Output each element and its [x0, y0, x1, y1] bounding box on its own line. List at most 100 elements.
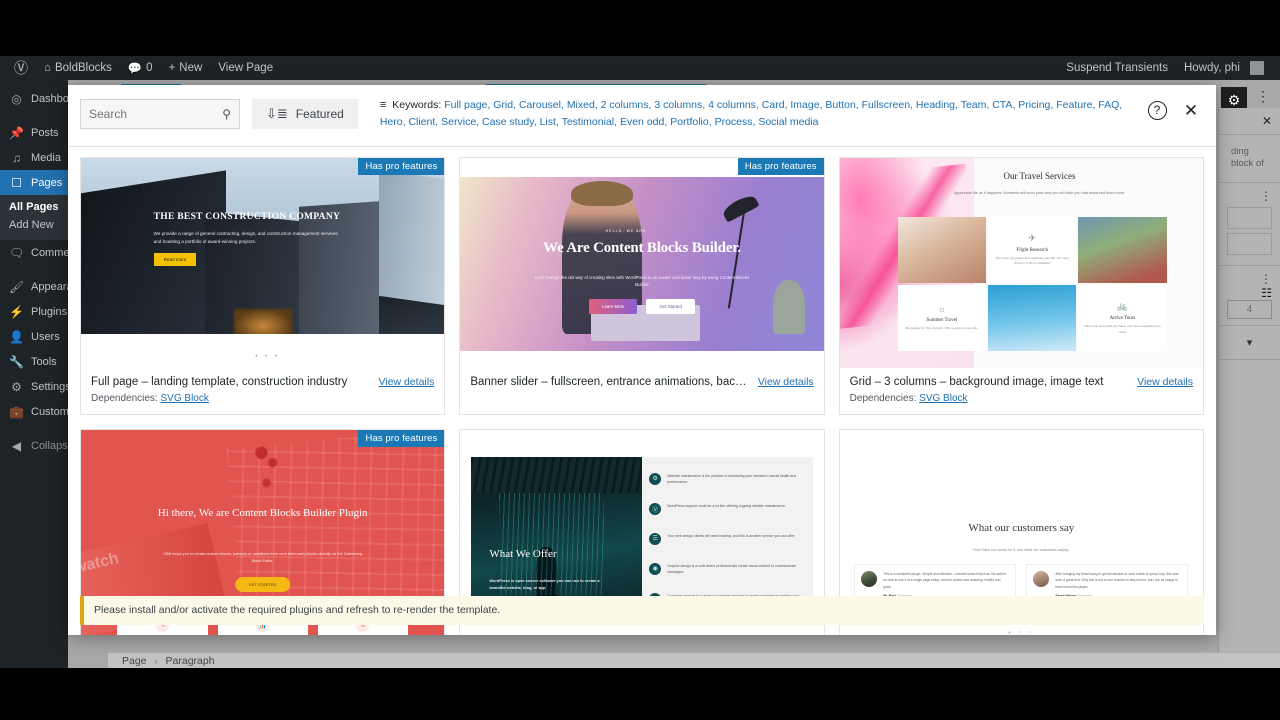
- sidebar-item-users[interactable]: 👤 Users: [0, 324, 68, 349]
- keyword-link[interactable]: Button: [825, 99, 855, 111]
- comment-bubble-icon: 💬: [127, 63, 143, 75]
- briefcase-icon: 💼: [9, 404, 24, 419]
- sidebar-item-dashboard[interactable]: ◎ Dashboard: [0, 86, 85, 111]
- paint-splash-shape: [240, 436, 292, 504]
- bicycle-icon: 🚲: [1116, 301, 1129, 312]
- sidebar-control-box[interactable]: [1227, 206, 1272, 229]
- keyword-link[interactable]: Grid: [493, 99, 513, 111]
- keyword-link[interactable]: Carousel: [519, 99, 561, 111]
- sidebar-number-input[interactable]: 4: [1227, 299, 1272, 319]
- suspend-transients-button[interactable]: Suspend Transients: [1058, 56, 1176, 80]
- sidebar-item-comments[interactable]: 🗨 Comments: [0, 240, 84, 265]
- preview-heading: Our Travel Services: [1003, 170, 1076, 181]
- template-card[interactable]: Has pro features THE BEST CONSTRUCTION C…: [80, 157, 446, 415]
- keyword-link[interactable]: Portfolio: [670, 116, 709, 128]
- building-shape: [378, 169, 445, 306]
- sidebar-item-plugins[interactable]: ⚡ Plugins: [0, 299, 68, 324]
- help-circle-icon[interactable]: ?: [1146, 99, 1168, 121]
- keyword-link[interactable]: Card: [762, 99, 785, 111]
- view-page-button[interactable]: View Page: [210, 56, 281, 80]
- keyword-link[interactable]: 4 columns: [708, 99, 756, 111]
- more-options-icon[interactable]: ⋮: [1227, 189, 1272, 203]
- new-label: New: [179, 62, 203, 74]
- site-name-button[interactable]: ⌂ BoldBlocks: [36, 56, 120, 80]
- view-details-link[interactable]: View details: [758, 376, 814, 388]
- close-icon[interactable]: ✕: [1227, 114, 1272, 128]
- server-icon: ☰: [649, 532, 662, 545]
- keyword-link[interactable]: Heading: [916, 99, 955, 111]
- keywords-list[interactable]: Full page, Grid, Carousel, Mixed, 2 colu…: [380, 99, 1122, 128]
- search-field-wrapper[interactable]: ⚲: [80, 99, 240, 129]
- keyword-link[interactable]: Client: [408, 116, 435, 128]
- sidebar-item-tools[interactable]: 🔧 Tools: [0, 349, 68, 374]
- keyword-link[interactable]: Mixed: [567, 99, 595, 111]
- testimonial-body: After banging my head trying to get shor…: [1055, 571, 1181, 597]
- wordpress-logo-button[interactable]: Ⓥ: [6, 56, 36, 80]
- howdy-account-menu[interactable]: Howdy, phi: [1176, 56, 1272, 80]
- search-input[interactable]: [89, 107, 209, 121]
- avatar: [1250, 61, 1264, 75]
- cell-text: When you love what you have, you have ev…: [1084, 324, 1161, 334]
- grid-text-cell: ☼ Summer Travel Be happier for this mome…: [897, 284, 987, 352]
- sidebar-item-custom-blocks[interactable]: 💼 Custom B: [0, 399, 79, 424]
- comments-button[interactable]: 💬 0: [120, 56, 161, 80]
- breadcrumb-item-page[interactable]: Page: [122, 655, 147, 667]
- sidebar-accordion-row[interactable]: ▾: [1219, 326, 1280, 360]
- preview-dots: • • •: [255, 353, 281, 360]
- template-card[interactable]: Our Travel Services Appreciate life as i…: [838, 157, 1204, 415]
- more-options-icon[interactable]: ⋮: [1227, 272, 1272, 286]
- keyword-link[interactable]: Social media: [758, 116, 818, 128]
- keyword-link[interactable]: 3 columns: [654, 99, 702, 111]
- keyword-link[interactable]: Team: [961, 99, 987, 111]
- view-details-link[interactable]: View details: [378, 376, 434, 388]
- keyword-link[interactable]: Service: [441, 116, 476, 128]
- keyword-link[interactable]: Process: [715, 116, 753, 128]
- wordpress-logo-icon: Ⓥ: [14, 60, 28, 76]
- keyword-link[interactable]: 2 columns: [601, 99, 649, 111]
- carousel-dots[interactable]: ● ○ ○: [840, 630, 1203, 635]
- dashboard-icon: ◎: [11, 91, 22, 106]
- sidebar-item-label: Pages: [31, 176, 63, 189]
- chevron-down-icon[interactable]: ▾: [1227, 332, 1272, 353]
- keyword-link[interactable]: List: [540, 116, 556, 128]
- keywords-filter: ≡ Keywords: Full page, Grid, Carousel, M…: [380, 97, 1132, 130]
- slider-settings-icon[interactable]: ☷: [1227, 286, 1272, 300]
- keyword-link[interactable]: Case study: [482, 116, 534, 128]
- dependency-link[interactable]: SVG Block: [919, 393, 967, 404]
- keyword-link[interactable]: Fullscreen: [862, 99, 910, 111]
- sidebar-item-appearance[interactable]: 🖌 Appearance: [0, 274, 90, 299]
- palette-icon: ◉: [649, 562, 662, 575]
- new-content-button[interactable]: + New: [161, 56, 211, 80]
- keyword-link[interactable]: CTA: [992, 99, 1012, 111]
- sidebar-item-settings[interactable]: ⚙ Settings: [0, 374, 71, 399]
- breadcrumb-item-paragraph[interactable]: Paragraph: [166, 655, 215, 667]
- keyword-link[interactable]: Full page: [444, 99, 487, 111]
- submenu-item-all-pages[interactable]: All Pages: [0, 198, 68, 216]
- sidebar-control-box[interactable]: [1227, 232, 1272, 255]
- sidebar-item-collapse-menu[interactable]: ◀ Collapse m: [0, 433, 86, 458]
- feature-text: Website maintenance is the practice of m…: [667, 473, 797, 484]
- keyword-link[interactable]: FAQ: [1098, 99, 1119, 111]
- submenu-item-add-new[interactable]: Add New: [0, 216, 68, 234]
- sidebar-item-pages[interactable]: ☐ Pages: [0, 170, 68, 195]
- keyword-link[interactable]: Feature: [1056, 99, 1092, 111]
- preview-body: Appreciate life as it happens. Moments w…: [953, 190, 1126, 195]
- sort-featured-button[interactable]: ⇩≣ Featured: [252, 99, 358, 129]
- keyword-link[interactable]: Pricing: [1018, 99, 1050, 111]
- template-card[interactable]: Has pro features HELLO, WE ARE We Are Co…: [459, 157, 825, 415]
- keyword-link[interactable]: Image: [790, 99, 819, 111]
- editor-more-options-icon[interactable]: ⋮: [1256, 89, 1270, 103]
- dependency-link[interactable]: SVG Block: [161, 393, 209, 404]
- feature-row: ⚙ Website maintenance is the practice of…: [649, 472, 812, 486]
- keyword-link[interactable]: Hero: [380, 116, 403, 128]
- cell-text: Be happier for this moment. This moment …: [905, 326, 979, 331]
- feature-row: Ⓥ WordPress support could be a lot like …: [649, 503, 812, 515]
- sidebar-item-media[interactable]: ♫ Media: [0, 145, 68, 170]
- keyword-link[interactable]: Testimonial: [562, 116, 615, 128]
- keyword-link[interactable]: Even odd: [620, 116, 664, 128]
- close-icon[interactable]: ✕: [1180, 99, 1202, 121]
- grid-text-cell: 🚲 Active Tours When you love what you ha…: [1078, 284, 1167, 352]
- view-details-link[interactable]: View details: [1137, 376, 1193, 388]
- sidebar-item-posts[interactable]: 📌 Posts: [0, 120, 68, 145]
- modal-body: Has pro features THE BEST CONSTRUCTION C…: [68, 147, 1216, 635]
